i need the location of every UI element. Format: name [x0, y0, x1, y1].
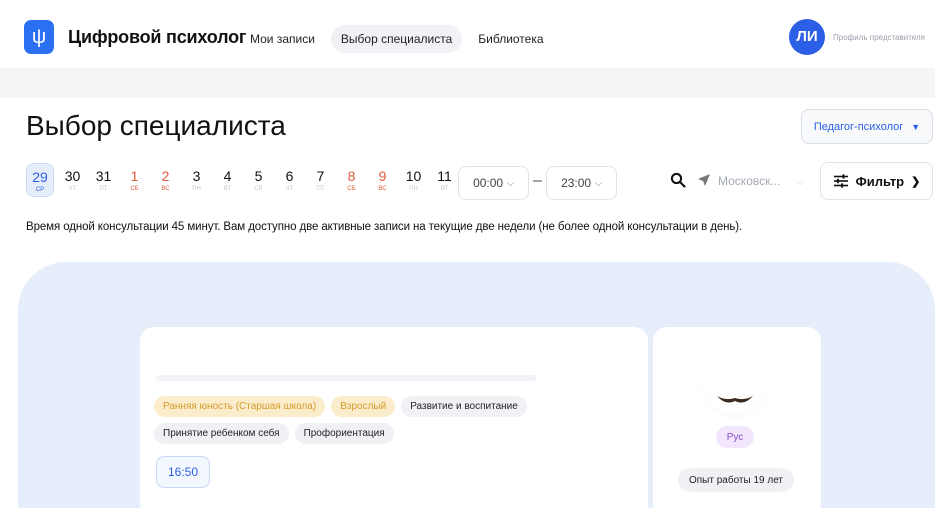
date-item[interactable]: 31 ПТ [88, 163, 119, 197]
date-number: 3 [192, 168, 201, 184]
date-item[interactable]: 11 ВТ [429, 163, 460, 197]
date-item[interactable]: 7 ПТ [305, 163, 336, 197]
nav-choose-specialist[interactable]: Выбор специалиста [330, 25, 463, 53]
profile-link[interactable]: Профиль представителя [833, 33, 925, 42]
date-number: 4 [223, 168, 232, 184]
date-number: 10 [405, 168, 422, 184]
specialist-photo [700, 348, 770, 418]
date-item[interactable]: 30 ЧТ [57, 163, 88, 197]
date-number: 11 [437, 168, 452, 184]
date-weekday: ПТ [99, 186, 108, 192]
date-weekday: ЧТ [285, 186, 294, 192]
date-weekday: ЧТ [68, 186, 77, 192]
date-number: 2 [161, 168, 170, 184]
time-slot-button[interactable]: 16:50 [156, 456, 210, 488]
chevron-down-icon: ⌵ [507, 177, 514, 188]
logo-icon[interactable]: ψ [24, 20, 54, 54]
consultation-info-text: Время одной консультации 45 минут. Вам д… [26, 221, 743, 233]
chevron-down-icon: ▼ [911, 121, 921, 132]
date-weekday: ВТ [223, 186, 232, 192]
header-divider-band [0, 68, 935, 98]
date-weekday: СР [254, 186, 263, 192]
date-weekday: СБ [130, 186, 139, 192]
date-weekday: ВС [378, 186, 387, 192]
date-number: 6 [285, 168, 294, 184]
date-number: 7 [316, 168, 325, 184]
date-number: 9 [378, 168, 387, 184]
time-from-value: 00:00 [473, 176, 504, 190]
search-icon[interactable] [670, 172, 686, 188]
date-item[interactable]: 3 ПН [181, 163, 212, 197]
language-badge: Рус [716, 426, 754, 448]
date-item[interactable]: 8 СБ [336, 163, 367, 197]
tag-topic: Принятие ребенком себя [154, 423, 289, 444]
date-weekday: ВС [161, 186, 170, 192]
name-placeholder-line [156, 375, 536, 381]
nav-library[interactable]: Библиотека [468, 25, 553, 53]
date-strip: 29 СР 30 ЧТ 31 ПТ 1 СБ 2 ВС 3 ПН 4 ВТ 5 СР 6 ЧТ 7 ПТ 8 СБ 9 ВС 1… [26, 163, 460, 199]
app-title[interactable]: Цифровой психолог [68, 27, 246, 48]
date-weekday: ВТ [440, 186, 449, 192]
date-item[interactable]: 29 СР [26, 163, 54, 197]
date-weekday: ПТ [316, 186, 325, 192]
page-title: Выбор специалиста [26, 110, 286, 141]
time-to-select[interactable]: 23:00 ⌵ [546, 166, 617, 200]
time-range-dash: – [533, 172, 542, 189]
date-item[interactable]: 4 ВТ [212, 163, 243, 197]
location-arrow-icon [698, 174, 710, 186]
mustache-icon [717, 396, 753, 403]
tag-age-group: Взрослый [331, 396, 396, 417]
nav-my-appointments[interactable]: Мои записи [240, 25, 325, 53]
main-nav: Мои записи Выбор специалиста Библиотека [240, 24, 554, 54]
date-number: 30 [64, 168, 81, 184]
date-number: 5 [254, 168, 263, 184]
specialist-tags: Ранняя юность (Старшая школа) Взрослый Р… [154, 396, 594, 444]
date-item[interactable]: 6 ЧТ [274, 163, 305, 197]
tag-age-group: Ранняя юность (Старшая школа) [154, 396, 326, 417]
date-weekday: ПН [409, 186, 418, 192]
tag-topic: Развитие и воспитание [401, 396, 527, 417]
specialist-type-value: Педагог-психолог [813, 120, 904, 133]
date-number: 8 [347, 168, 356, 184]
time-to-value: 23:00 [561, 176, 592, 190]
date-item[interactable]: 9 ВС [367, 163, 398, 197]
date-item[interactable]: 1 СБ [119, 163, 150, 197]
date-weekday: СР [35, 187, 45, 193]
top-header: ψ Цифровой психолог Мои записи Выбор спе… [0, 0, 935, 72]
filter-sliders-icon [833, 174, 848, 188]
date-number: 31 [95, 168, 112, 184]
tag-topic: Профориентация [294, 423, 394, 444]
avatar[interactable]: ЛИ [789, 19, 825, 55]
city-select[interactable]: Московск... [718, 174, 780, 188]
date-item[interactable]: 2 ВС [150, 163, 181, 197]
date-weekday: СБ [347, 186, 356, 192]
filter-button[interactable]: Фильтр ❯ [820, 162, 933, 200]
experience-badge: Опыт работы 19 лет [678, 468, 794, 492]
date-weekday: ПН [192, 186, 201, 192]
chevron-down-icon: ⌵ [595, 177, 602, 188]
time-from-select[interactable]: 00:00 ⌵ [458, 166, 529, 200]
chevron-down-icon: ⌵ [797, 177, 804, 187]
date-item[interactable]: 10 ПН [398, 163, 429, 197]
date-number: 29 [32, 169, 48, 185]
chevron-down-icon: ❯ [911, 175, 921, 188]
date-number: 1 [130, 168, 139, 184]
filter-label: Фильтр [855, 173, 905, 189]
date-item[interactable]: 5 СР [243, 163, 274, 197]
specialist-type-select[interactable]: Педагог-психолог ▼ [801, 109, 933, 144]
